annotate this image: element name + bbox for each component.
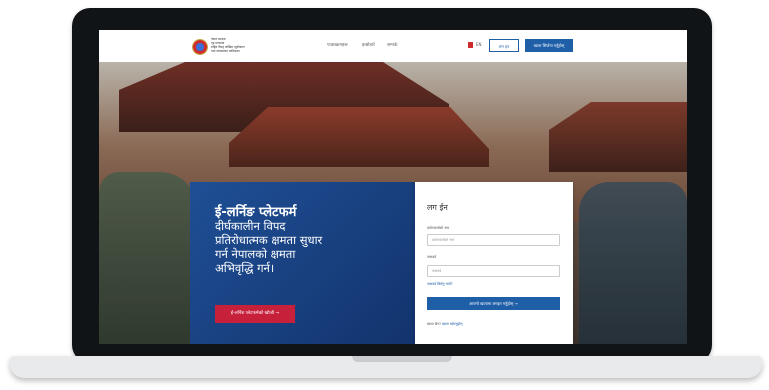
- login-submit-button[interactable]: आफ्नो खातामा लगइन गर्नुहोस् →: [427, 297, 560, 310]
- laptop-base: [10, 356, 762, 378]
- header-login-button[interactable]: लग इन: [489, 39, 519, 52]
- password-label: पासवर्ड: [427, 255, 437, 259]
- hero-subtitle-line: गर्न नेपालको क्षमता: [215, 247, 296, 261]
- nepal-flag-icon[interactable]: [468, 42, 473, 48]
- login-title: लग ईन: [427, 203, 448, 212]
- rescue-workers-image: [579, 182, 687, 344]
- site-header: नेपाल सरकार गृह मन्त्रालय राष्ट्रिय विपद…: [99, 30, 687, 63]
- header-register-button[interactable]: खाता सिर्जना गर्नुहोस्: [525, 39, 573, 52]
- login-card: लग ईन प्रयोगकर्ताको नाम प्रयोगकर्ताको ना…: [415, 182, 573, 344]
- signup-link[interactable]: खाता खोल्नुहोस्: [442, 322, 462, 326]
- nav-contact[interactable]: सम्पर्क: [387, 42, 398, 48]
- password-input[interactable]: पासवर्ड: [427, 265, 560, 277]
- username-label: प्रयोगकर्ताको नाम: [427, 226, 450, 230]
- hero-subtitle: दीर्घकालीन विपद प्रतिरोधात्मक क्षमता सुध…: [215, 219, 405, 275]
- intro-panel: ई-लर्निङ प्लेटफर्म दीर्घकालीन विपद प्रति…: [190, 182, 415, 344]
- laptop-notch: [352, 356, 452, 362]
- government-emblem-icon[interactable]: [192, 39, 208, 55]
- org-name: नेपाल सरकार गृह मन्त्रालय राष्ट्रिय विपद…: [211, 37, 245, 53]
- browser-viewport: नेपाल सरकार गृह मन्त्रालय राष्ट्रिय विपद…: [99, 30, 687, 344]
- explore-platform-button[interactable]: ई-लर्निङ प्लेटफर्मको खोजी →: [215, 305, 295, 323]
- hero-subtitle-line: अभिवृद्धि गर्न।: [215, 261, 275, 275]
- hero-subtitle-line: प्रतिरोधात्मक क्षमता सुधार: [215, 233, 323, 247]
- forgot-password-link[interactable]: पासवर्ड बिर्सनु भयो?: [427, 282, 453, 287]
- hero-banner: ई-लर्निङ प्लेटफर्म दीर्घकालीन विपद प्रति…: [99, 62, 687, 344]
- nav-courses[interactable]: पाठ्यक्रमहरू: [327, 42, 348, 48]
- temple-roof-image: [549, 102, 687, 172]
- username-input[interactable]: प्रयोगकर्ताको नाम: [427, 234, 560, 246]
- signup-row: खाता छैन? खाता खोल्नुहोस्: [427, 322, 463, 327]
- hero-title: ई-लर्निङ प्लेटफर्म: [215, 205, 297, 220]
- org-line: तथा व्यवस्थापन प्राधिकरण: [211, 49, 240, 53]
- hero-subtitle-line: दीर्घकालीन विपद: [215, 219, 286, 233]
- signup-prefix: खाता छैन?: [427, 322, 442, 326]
- nav-about[interactable]: हाम्रोबारे: [362, 42, 375, 48]
- language-toggle[interactable]: EN: [476, 42, 482, 47]
- temple-roof-image: [229, 107, 489, 167]
- rescue-workers-image: [99, 172, 199, 344]
